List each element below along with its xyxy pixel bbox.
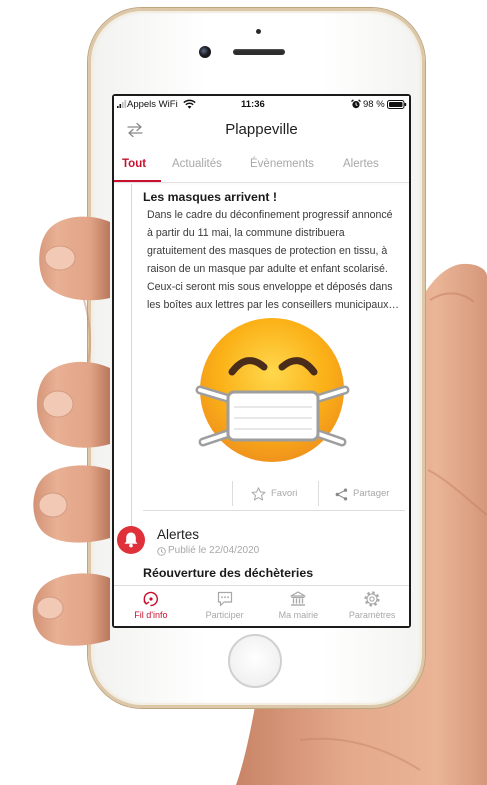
finger-middle — [36, 361, 110, 448]
finger-pinky — [32, 573, 110, 646]
hand-fingers-image — [32, 216, 111, 646]
finger-index — [39, 216, 111, 301]
finger-ring — [33, 465, 110, 543]
